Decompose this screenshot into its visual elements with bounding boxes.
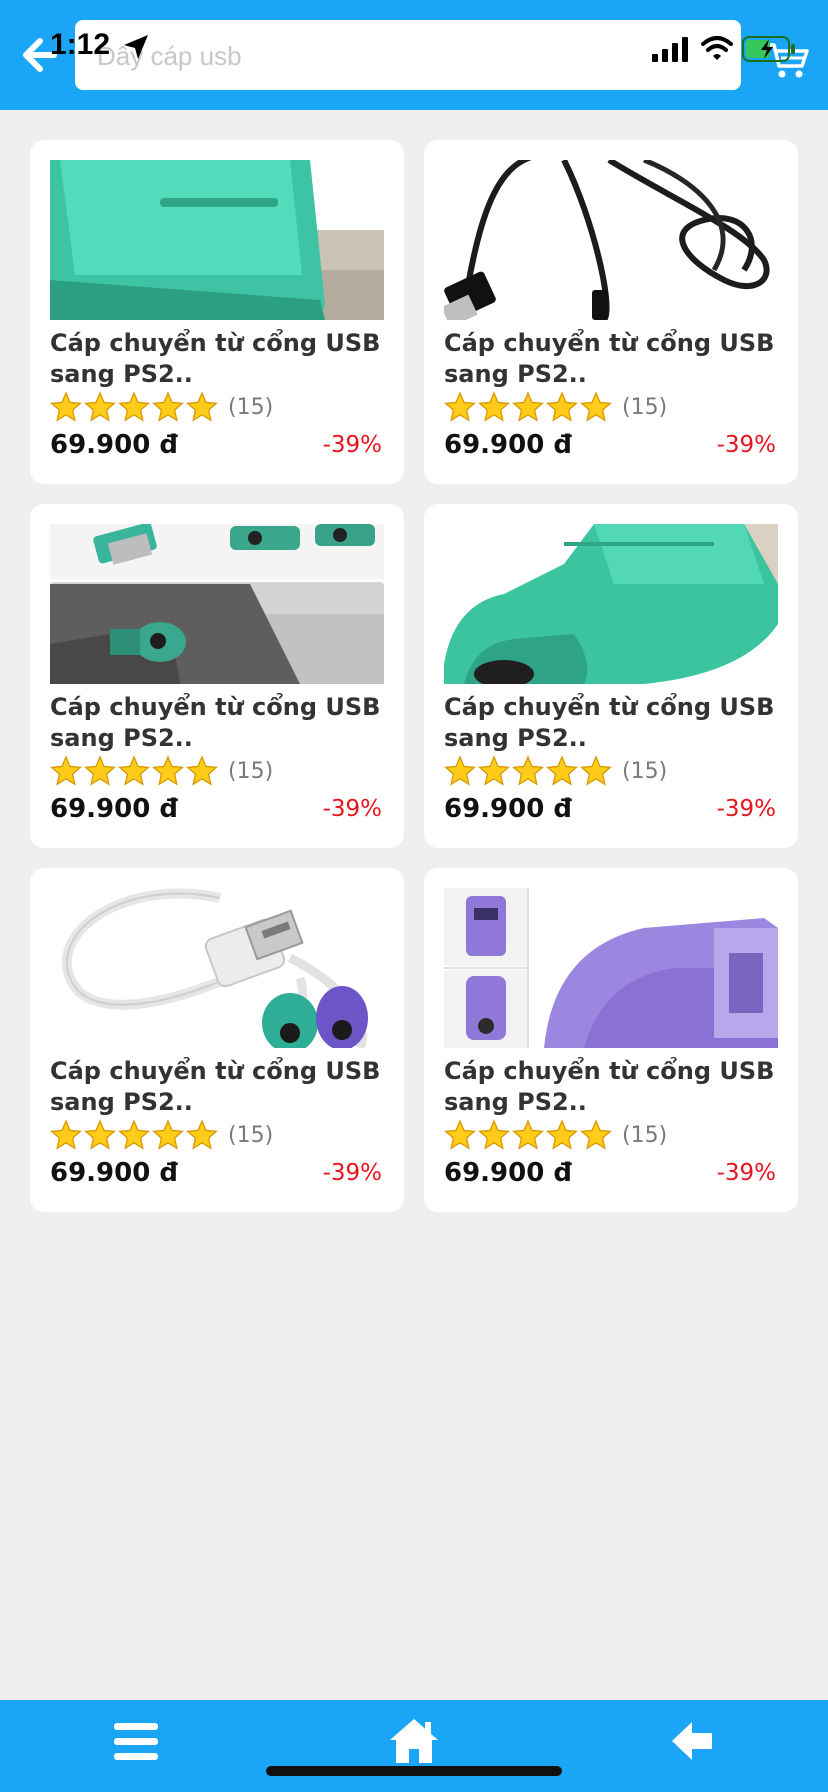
star-icon: [580, 391, 612, 422]
product-title: Cáp chuyển từ cổng USB sang PS2..: [444, 1057, 775, 1116]
star-icon: [478, 391, 510, 422]
rating-count: (15): [622, 394, 668, 420]
star-icon: [512, 755, 544, 786]
top-header: 1:12: [0, 0, 828, 110]
star-icon: [118, 755, 150, 786]
cellular-signal-icon: [652, 37, 688, 62]
star-icon: [580, 1119, 612, 1150]
search-box: [75, 20, 741, 92]
product-price: 69.900 đ: [444, 1158, 572, 1188]
product-card[interactable]: Cáp chuyển từ cổng USB sang PS2.. (15) 6…: [30, 140, 404, 484]
home-indicator: [266, 1766, 562, 1776]
star-rating: [50, 755, 218, 787]
product-title: Cáp chuyển từ cổng USB sang PS2..: [50, 1057, 381, 1116]
discount-badge: -39%: [716, 1160, 776, 1186]
arrow-left-icon[interactable]: [668, 1718, 716, 1764]
product-card[interactable]: Cáp chuyển từ cổng USB sang PS2.. (15) 6…: [424, 504, 798, 848]
star-icon: [580, 755, 612, 786]
product-title: Cáp chuyển từ cổng USB sang PS2..: [444, 693, 775, 752]
product-rating: (15): [444, 1118, 667, 1152]
star-rating: [444, 755, 612, 787]
product-image: [50, 160, 384, 320]
star-icon: [186, 391, 218, 422]
star-icon: [186, 755, 218, 786]
star-icon: [50, 1119, 82, 1150]
menu-icon[interactable]: [112, 1720, 160, 1764]
star-icon: [478, 755, 510, 786]
star-icon: [444, 755, 476, 786]
star-icon: [512, 1119, 544, 1150]
star-icon: [546, 1119, 578, 1150]
product-rating: (15): [444, 754, 667, 788]
discount-badge: -39%: [716, 796, 776, 822]
star-icon: [478, 1119, 510, 1150]
star-rating: [444, 1119, 612, 1151]
discount-badge: -39%: [322, 432, 382, 458]
star-icon: [546, 391, 578, 422]
star-icon: [444, 391, 476, 422]
discount-badge: -39%: [322, 1160, 382, 1186]
rating-count: (15): [228, 758, 274, 784]
product-price: 69.900 đ: [50, 794, 178, 824]
star-icon: [546, 755, 578, 786]
product-image: [444, 888, 778, 1048]
star-icon: [152, 391, 184, 422]
product-rating: (15): [50, 1118, 273, 1152]
star-icon: [118, 1119, 150, 1150]
star-icon: [84, 755, 116, 786]
product-price: 69.900 đ: [50, 1158, 178, 1188]
star-rating: [444, 391, 612, 423]
star-icon: [50, 755, 82, 786]
product-card[interactable]: Cáp chuyển từ cổng USB sang PS2.. (15) 6…: [30, 868, 404, 1212]
bottom-nav-bar: [0, 1700, 828, 1792]
product-price: 69.900 đ: [444, 430, 572, 460]
product-image: [444, 524, 778, 684]
wifi-icon: [701, 36, 733, 60]
star-icon: [152, 755, 184, 786]
star-icon: [84, 391, 116, 422]
star-icon: [444, 1119, 476, 1150]
star-icon: [50, 391, 82, 422]
discount-badge: -39%: [716, 432, 776, 458]
star-icon: [118, 391, 150, 422]
home-icon[interactable]: [388, 1716, 440, 1766]
product-title: Cáp chuyển từ cổng USB sang PS2..: [50, 693, 381, 752]
product-title: Cáp chuyển từ cổng USB sang PS2..: [50, 329, 381, 388]
star-icon: [512, 391, 544, 422]
location-arrow-icon: [124, 35, 148, 59]
battery-icon: [742, 36, 795, 62]
star-rating: [50, 391, 218, 423]
star-icon: [84, 1119, 116, 1150]
product-card[interactable]: Cáp chuyển từ cổng USB sang PS2.. (15) 6…: [424, 140, 798, 484]
product-rating: (15): [444, 390, 667, 424]
product-rating: (15): [50, 390, 273, 424]
product-image: [444, 160, 778, 320]
search-input[interactable]: [95, 20, 719, 92]
discount-badge: -39%: [322, 796, 382, 822]
star-icon: [186, 1119, 218, 1150]
product-price: 69.900 đ: [50, 430, 178, 460]
star-icon: [152, 1119, 184, 1150]
product-card[interactable]: Cáp chuyển từ cổng USB sang PS2.. (15) 6…: [30, 504, 404, 848]
product-card[interactable]: Cáp chuyển từ cổng USB sang PS2.. (15) 6…: [424, 868, 798, 1212]
product-title: Cáp chuyển từ cổng USB sang PS2..: [444, 329, 775, 388]
rating-count: (15): [622, 758, 668, 784]
rating-count: (15): [228, 394, 274, 420]
product-grid: Cáp chuyển từ cổng USB sang PS2.. (15) 6…: [30, 140, 798, 1212]
status-time: 1:12: [50, 28, 111, 61]
rating-count: (15): [228, 1122, 274, 1148]
product-price: 69.900 đ: [444, 794, 572, 824]
product-image: [50, 888, 384, 1048]
product-image: [50, 524, 384, 684]
star-rating: [50, 1119, 218, 1151]
product-rating: (15): [50, 754, 273, 788]
rating-count: (15): [622, 1122, 668, 1148]
